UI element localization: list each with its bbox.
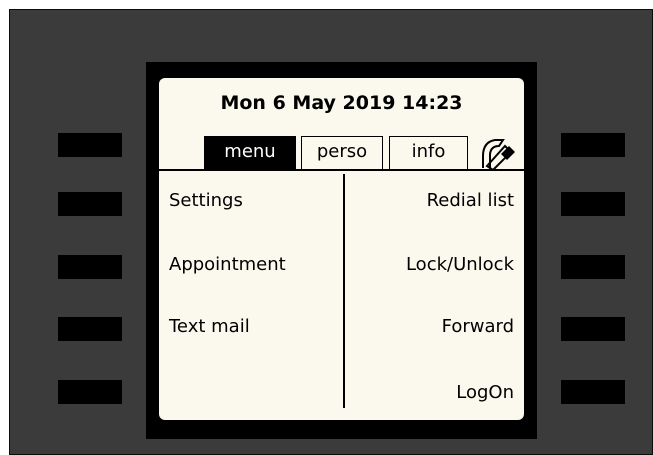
tab-info[interactable]: info <box>389 136 468 170</box>
tab-perso[interactable]: perso <box>301 136 383 170</box>
softkey-left-4[interactable] <box>58 317 122 341</box>
menu-item-redial-list[interactable]: Redial list <box>427 190 514 211</box>
menu-item-text-mail[interactable]: Text mail <box>169 316 250 337</box>
softkey-right-3[interactable] <box>561 255 625 279</box>
phone-handset-icon[interactable] <box>477 136 521 172</box>
display-screen: Mon 6 May 2019 14:23 <box>159 78 524 420</box>
softkey-right-2[interactable] <box>561 192 625 216</box>
menu-item-logon[interactable]: LogOn <box>456 382 514 403</box>
softkey-right-1[interactable] <box>561 133 625 157</box>
softkey-left-5[interactable] <box>58 380 122 404</box>
tab-menu[interactable]: menu <box>204 136 296 170</box>
menu-divider <box>343 174 345 408</box>
menu-item-settings[interactable]: Settings <box>169 190 243 211</box>
menu-item-lock-unlock[interactable]: Lock/Unlock <box>406 254 514 275</box>
tab-underline <box>159 169 524 171</box>
softkey-left-3[interactable] <box>58 255 122 279</box>
softkey-right-5[interactable] <box>561 380 625 404</box>
softkey-left-1[interactable] <box>58 133 122 157</box>
softkey-right-4[interactable] <box>561 317 625 341</box>
softkey-left-2[interactable] <box>58 192 122 216</box>
menu-item-appointment[interactable]: Appointment <box>169 254 286 275</box>
menu-item-forward[interactable]: Forward <box>442 316 514 337</box>
datetime-label: Mon 6 May 2019 14:23 <box>220 92 463 114</box>
